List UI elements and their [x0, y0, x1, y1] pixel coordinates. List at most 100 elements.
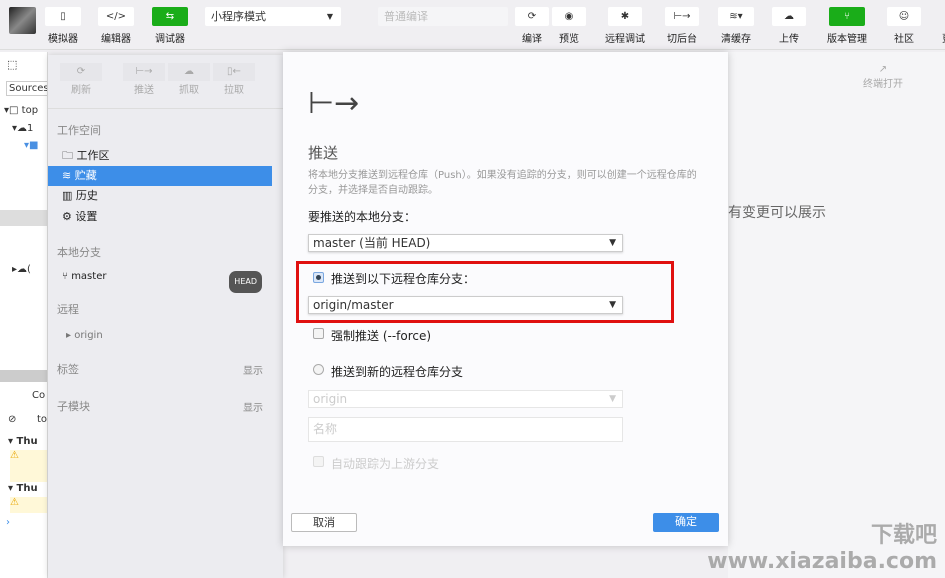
refresh-icon: ⟳ — [515, 7, 549, 26]
branch-icon: ⑂ — [62, 271, 68, 282]
console-filter[interactable]: to — [37, 414, 47, 425]
remote-origin[interactable]: ▸ origin — [48, 326, 272, 346]
version-button[interactable]: ⑂版本管理 — [825, 7, 869, 45]
dialog-title: 推送 — [308, 142, 338, 163]
history-icon: ▥ — [62, 189, 72, 202]
new-branch-radio[interactable] — [313, 364, 324, 375]
local-branch-select[interactable]: master (当前 HEAD)▼ — [308, 234, 623, 252]
sidebar-item-history[interactable]: ▥ 历史 — [48, 186, 272, 206]
terminal-open-button[interactable]: ↗终端打开 — [863, 64, 903, 90]
folder-icon: ▾■ — [24, 140, 38, 151]
eye-icon: ◉ — [552, 7, 586, 26]
upload-button[interactable]: ☁上传 — [772, 7, 806, 45]
head-badge: HEAD — [229, 271, 262, 293]
main-toolbar: ▯模拟器 </>编辑器 ⇆调试器 小程序模式▼ 普通编译 ⟳编译 ◉预览 ✱远程… — [0, 0, 945, 50]
right-panel: ↗终端打开 有变更可以展示 下载吧 www.xiazaiba.com — [728, 52, 945, 578]
existing-branch-label: 推送到以下远程仓库分支： — [331, 270, 475, 287]
branch-name-input[interactable]: 名称 — [308, 417, 623, 442]
layers-icon: ≋▾ — [718, 7, 754, 26]
push-button[interactable]: ⊢→推送 — [121, 63, 167, 96]
more-button[interactable]: 更 — [937, 7, 945, 45]
push-icon: ⊢→ — [123, 63, 165, 81]
git-sidebar: ⟳刷新 ⊢→推送 ☁抓取 ▯←拉取 工作空间 🗀 工作区 ≋ 贮藏 ▥ 历史 ⚙… — [48, 55, 283, 578]
debugger-button[interactable]: ⇆调试器 — [152, 7, 188, 45]
pull-button[interactable]: ▯←拉取 — [211, 63, 257, 96]
chevron-down-icon: ▼ — [609, 235, 616, 251]
simulator-button[interactable]: ▯模拟器 — [45, 7, 81, 45]
tree-cloud[interactable]: ▾☁1 — [12, 123, 33, 134]
bug-icon: ✱ — [608, 7, 642, 26]
force-checkbox[interactable] — [313, 328, 324, 339]
code-icon: </> — [98, 7, 134, 26]
remote-debug-button[interactable]: ✱远程调试 — [604, 7, 646, 45]
gear-icon: ⚙ — [62, 210, 72, 223]
local-branch-label: 要推送的本地分支： — [308, 208, 416, 225]
sources-tab[interactable]: Sources — [6, 81, 48, 96]
chevron-down-icon: ▼ — [609, 391, 616, 407]
console-prompt[interactable]: › — [6, 517, 10, 528]
warning-icon: ⚠ — [10, 450, 19, 461]
chat-icon: ☺ — [887, 7, 921, 26]
tags-show-link[interactable]: 显示 — [243, 362, 263, 377]
log-group-2[interactable]: ▾ Thu — [8, 483, 38, 494]
new-branch-label: 推送到新的远程仓库分支 — [331, 363, 463, 380]
pull-icon: ▯← — [213, 63, 255, 81]
chevron-down-icon: ▼ — [327, 7, 333, 26]
debug-icon: ⇆ — [152, 7, 188, 26]
cancel-button[interactable]: 取消 — [291, 513, 357, 532]
phone-icon: ▯ — [45, 7, 81, 26]
dialog-description: 将本地分支推送到远程仓库（Push）。如果没有追踪的分支，则可以创建一个远程仓库… — [308, 168, 703, 198]
sidebar-item-workspace[interactable]: 🗀 工作区 — [48, 146, 272, 166]
console-tab[interactable]: Co — [32, 390, 45, 401]
chevron-down-icon: ▼ — [609, 297, 616, 313]
cloud-upload-icon: ☁ — [772, 7, 806, 26]
external-link-icon: ↗ — [863, 64, 903, 75]
layers-icon: ≋ — [62, 169, 71, 182]
editor-button[interactable]: </>编辑器 — [98, 7, 134, 45]
refresh-icon: ⟳ — [60, 63, 102, 81]
existing-branch-radio[interactable] — [313, 272, 324, 283]
workspace-header: 工作空间 — [57, 122, 101, 138]
compile-select[interactable]: 普通编译 — [378, 7, 508, 26]
devtools-panel: ⬚ Sources ▾□ top ▾☁1 ▾■ ▸☁( Co ⊘ to ▾ Th… — [0, 52, 48, 578]
community-button[interactable]: ☺社区 — [887, 7, 921, 45]
auto-track-checkbox[interactable] — [313, 456, 324, 467]
submodules-header: 子模块 — [57, 398, 90, 414]
new-remote-select[interactable]: origin▼ — [308, 390, 623, 408]
background-button[interactable]: ⊢→切后台 — [665, 7, 699, 45]
local-branches-header: 本地分支 — [57, 244, 101, 260]
clear-cache-button[interactable]: ≋▾清缓存 — [718, 7, 754, 45]
branch-master[interactable]: ⑂ masterHEAD — [48, 267, 272, 287]
preview-button[interactable]: ◉预览 — [552, 7, 586, 45]
cloud-icon: ☁ — [168, 63, 210, 81]
sidebar-item-stash[interactable]: ≋ 贮藏 — [48, 166, 272, 186]
mode-select[interactable]: 小程序模式▼ — [205, 7, 341, 26]
confirm-button[interactable]: 确定 — [653, 513, 719, 532]
push-icon: ⊢→ — [308, 86, 359, 121]
tags-header: 标签 — [57, 361, 79, 377]
clear-console-icon[interactable]: ⊘ — [8, 414, 16, 425]
sidebar-item-settings[interactable]: ⚙ 设置 — [48, 207, 272, 227]
submodules-show-link[interactable]: 显示 — [243, 399, 263, 414]
avatar[interactable] — [9, 7, 36, 34]
warning-row: ⚠ — [10, 497, 48, 513]
remote-branch-select[interactable]: origin/master▼ — [308, 296, 623, 314]
log-group-1[interactable]: ▾ Thu — [8, 436, 38, 447]
folder-icon: 🗀 — [62, 149, 73, 162]
warning-icon: ⚠ — [10, 497, 19, 508]
auto-track-label: 自动跟踪为上游分支 — [331, 455, 439, 472]
tree-top[interactable]: ▾□ top — [4, 105, 38, 116]
warning-row: ⚠ — [10, 450, 48, 482]
scrollbar[interactable] — [0, 370, 48, 382]
compile-button[interactable]: ⟳编译 — [515, 7, 549, 45]
branch-icon: ⑂ — [829, 7, 865, 26]
empty-message: 有变更可以展示 — [728, 202, 826, 222]
remote-header: 远程 — [57, 301, 79, 317]
refresh-button[interactable]: ⟳刷新 — [58, 63, 104, 96]
force-label: 强制推送 (--force) — [331, 327, 431, 344]
tree-cloud-2[interactable]: ▸☁( — [12, 264, 31, 275]
tree-selected — [0, 210, 48, 226]
push-icon: ⊢→ — [665, 7, 699, 26]
fetch-button[interactable]: ☁抓取 — [166, 63, 212, 96]
inspect-icon[interactable]: ⬚ — [7, 58, 17, 71]
